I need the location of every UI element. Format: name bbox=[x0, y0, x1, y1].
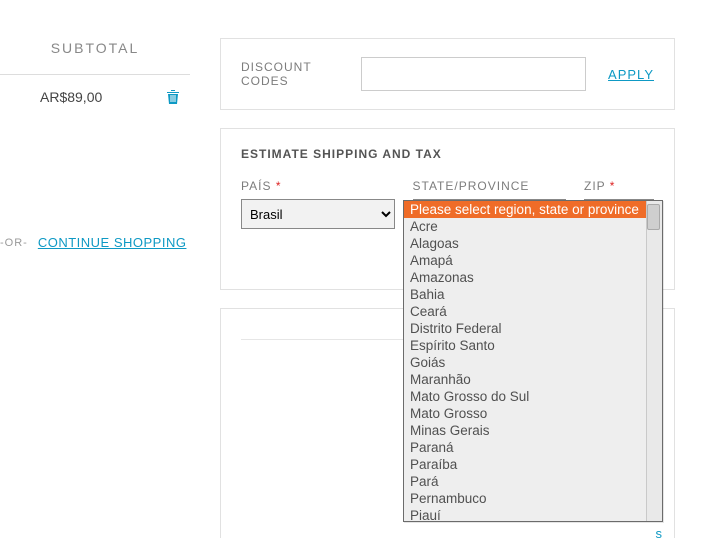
subtotal-row: AR$89,00 bbox=[0, 75, 190, 105]
state-option[interactable]: Minas Gerais bbox=[404, 422, 662, 439]
discount-label: DISCOUNT CODES bbox=[241, 60, 361, 88]
state-option[interactable]: Distrito Federal bbox=[404, 320, 662, 337]
state-option[interactable]: Mato Grosso do Sul bbox=[404, 388, 662, 405]
delete-icon[interactable] bbox=[166, 89, 180, 105]
scrollbar-thumb[interactable] bbox=[647, 204, 660, 230]
country-select[interactable]: Brasil bbox=[241, 199, 395, 229]
state-option[interactable]: Paraná bbox=[404, 439, 662, 456]
discount-codes-box: DISCOUNT CODES APPLY bbox=[220, 38, 675, 110]
state-option[interactable]: Please select region, state or province bbox=[404, 201, 662, 218]
state-option[interactable]: Mato Grosso bbox=[404, 405, 662, 422]
sidebar: SUBTOTAL AR$89,00 -OR- CONTINUE SHOPPING bbox=[0, 30, 190, 250]
subtotal-label: SUBTOTAL bbox=[0, 30, 190, 74]
state-option[interactable]: Maranhão bbox=[404, 371, 662, 388]
state-option[interactable]: Amazonas bbox=[404, 269, 662, 286]
estimate-title: ESTIMATE SHIPPING AND TAX bbox=[241, 147, 654, 161]
state-option[interactable]: Acre bbox=[404, 218, 662, 235]
continue-shopping-row: -OR- CONTINUE SHOPPING bbox=[0, 235, 190, 250]
state-option[interactable]: Espírito Santo bbox=[404, 337, 662, 354]
state-option[interactable]: Bahia bbox=[404, 286, 662, 303]
state-option[interactable]: Paraíba bbox=[404, 456, 662, 473]
or-label: -OR- bbox=[0, 237, 28, 249]
state-option[interactable]: Piauí bbox=[404, 507, 662, 521]
country-field: PAÍS * Brasil bbox=[241, 179, 395, 229]
state-option[interactable]: Ceará bbox=[404, 303, 662, 320]
state-option[interactable]: Goiás bbox=[404, 354, 662, 371]
zip-label: ZIP * bbox=[584, 179, 654, 193]
scrollbar-track[interactable] bbox=[646, 201, 662, 521]
subtotal-price: AR$89,00 bbox=[40, 89, 102, 105]
continue-shopping-link[interactable]: CONTINUE SHOPPING bbox=[38, 235, 187, 250]
state-option[interactable]: Pernambuco bbox=[404, 490, 662, 507]
country-label: PAÍS * bbox=[241, 179, 395, 193]
state-dropdown-listbox[interactable]: Please select region, state or provinceA… bbox=[403, 200, 663, 522]
state-label: STATE/PROVINCE bbox=[413, 179, 567, 193]
state-option[interactable]: Amapá bbox=[404, 252, 662, 269]
multiple-addresses-link-partial[interactable]: s bbox=[656, 526, 663, 538]
apply-button[interactable]: APPLY bbox=[608, 67, 654, 82]
state-option[interactable]: Pará bbox=[404, 473, 662, 490]
state-option[interactable]: Alagoas bbox=[404, 235, 662, 252]
discount-input[interactable] bbox=[361, 57, 586, 91]
